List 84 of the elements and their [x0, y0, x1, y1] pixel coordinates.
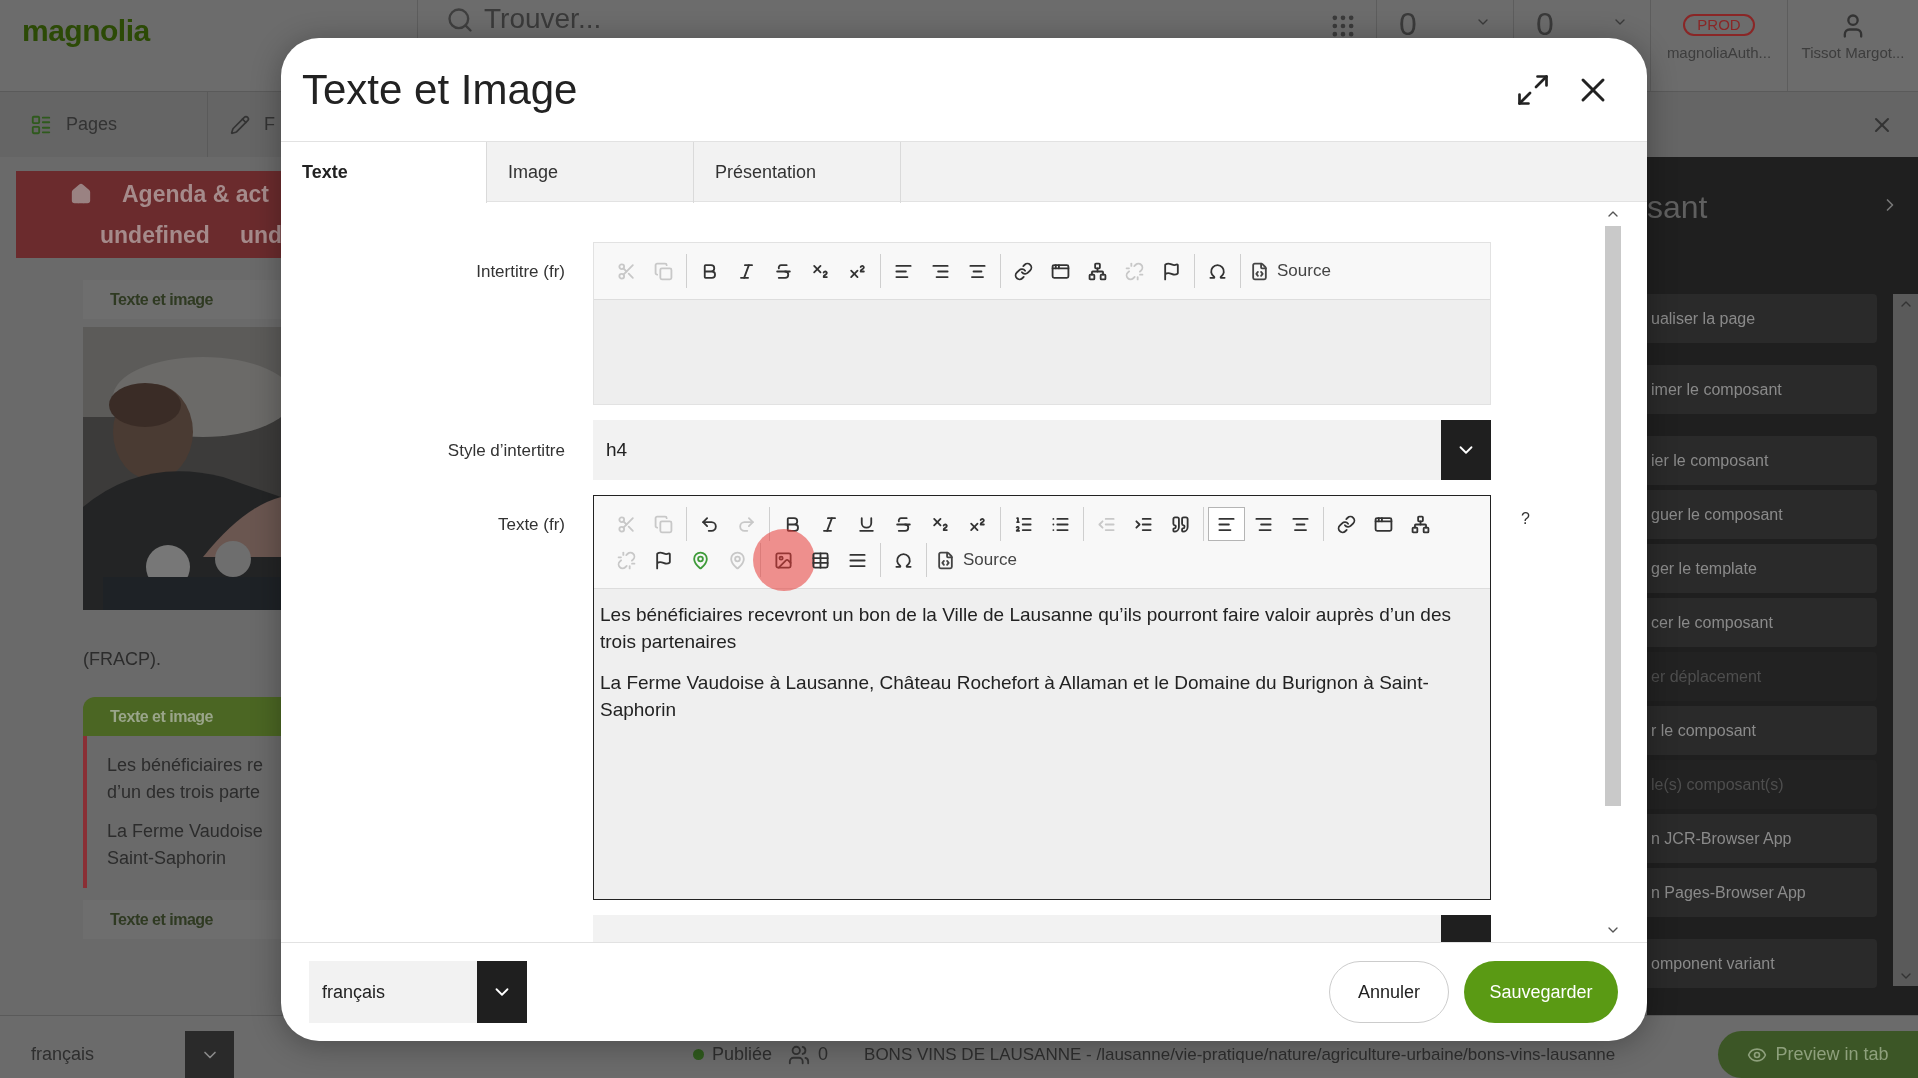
- panel-action[interactable]: guer le composant: [1647, 490, 1877, 539]
- panel-action[interactable]: ier le composant: [1647, 436, 1877, 485]
- omega-icon: [1208, 261, 1227, 281]
- field-label: Style d’intertitre: [447, 441, 565, 460]
- italic-icon: [737, 261, 756, 281]
- component-label[interactable]: Texte et image: [83, 900, 281, 939]
- page-path: BONS VINS DE LAUSANNE - /lausanne/vie-pratique/nature/agriculture-urbaine/bons-vins-lausanne: [864, 1043, 1616, 1066]
- field-label: Intertitre (fr): [476, 262, 565, 281]
- save-button[interactable]: Sauvegarder: [1464, 961, 1618, 1023]
- paragraph: Les bénéficiaires recevront un bon de la Ville de Lausanne qu’ils pourront faire valoir auprès d’un des trois partenaires: [600, 603, 1452, 654]
- panel-action[interactable]: r le composant: [1647, 706, 1877, 755]
- component-label[interactable]: Texte et image: [83, 280, 281, 319]
- pencil-icon: [230, 114, 250, 135]
- language-select[interactable]: français: [309, 961, 527, 1023]
- omega-icon: [894, 550, 913, 570]
- select-field[interactable]: h4: [593, 420, 1491, 480]
- navigation-link[interactable]: und: [239, 217, 281, 252]
- table-icon: [811, 550, 830, 570]
- paragraph: La Ferme Vaudoise à Lausanne, Château Rochefort à Allaman et le Domaine du Burignon à Saint-Saphorin: [600, 671, 1430, 722]
- unlink-icon: [617, 550, 636, 570]
- link-icon: [1337, 514, 1356, 534]
- code-file-icon: [1250, 261, 1269, 281]
- preview-button[interactable]: Preview in tab: [1718, 1031, 1918, 1078]
- window-icon: [1051, 261, 1070, 281]
- panel-action[interactable]: n Pages-Browser App: [1647, 868, 1877, 917]
- user-count: 0: [818, 1043, 829, 1066]
- component-label[interactable]: Texte et image: [83, 697, 281, 736]
- map-pin-icon: [691, 550, 710, 570]
- rich-text-editor[interactable]: Source: [593, 242, 1491, 405]
- undo-icon: [700, 514, 719, 534]
- environment-badge: PROD: [1683, 14, 1755, 36]
- panel-action[interactable]: cer le composant: [1647, 598, 1877, 647]
- search-icon: [446, 6, 474, 34]
- field-label: Texte (fr): [497, 515, 565, 534]
- text-line: Saint-Saphorin: [107, 847, 228, 870]
- strikethrough-icon: [774, 261, 793, 281]
- panel-action[interactable]: omponent variant: [1647, 939, 1877, 988]
- panel-action[interactable]: ualiser la page: [1647, 294, 1877, 343]
- status-text: Publiée: [712, 1043, 773, 1066]
- text-line: Les bénéficiaires re: [107, 754, 265, 777]
- window-icon: [1374, 514, 1393, 534]
- link-icon: [1014, 261, 1033, 281]
- text-line: d’un des trois parte: [107, 781, 262, 804]
- navigation-link[interactable]: undefined: [100, 217, 210, 252]
- panel-action[interactable]: n JCR-Browser App: [1647, 814, 1877, 863]
- source-button[interactable]: Source: [931, 543, 1022, 577]
- help-icon[interactable]: ?: [1521, 507, 1530, 527]
- image-icon: [774, 550, 793, 570]
- underline-icon: [857, 514, 876, 534]
- redo-icon: [737, 514, 756, 534]
- navigation-link[interactable]: Agenda & act: [122, 177, 269, 212]
- scissors-icon: [617, 261, 636, 281]
- source-button[interactable]: Source: [1245, 254, 1336, 288]
- align-left-button[interactable]: [1208, 507, 1245, 541]
- dialog-tab[interactable]: Image: [487, 142, 694, 203]
- copy-icon: [654, 261, 673, 281]
- users-icon: [788, 1043, 811, 1066]
- panel-action[interactable]: ger le template: [1647, 544, 1877, 593]
- scissors-icon: [617, 514, 636, 534]
- dialog-tab[interactable]: Texte: [281, 142, 487, 203]
- copy-icon: [654, 514, 673, 534]
- numbered-list-icon: [1014, 514, 1033, 534]
- scrollbar-thumb[interactable]: [1604, 226, 1621, 806]
- panel-action[interactable]: imer le composant: [1647, 365, 1877, 414]
- home-icon[interactable]: [70, 183, 92, 206]
- quote-icon: [1171, 514, 1190, 534]
- strikethrough-icon: [894, 514, 913, 534]
- code-file-icon: [936, 550, 955, 570]
- pages-icon: [30, 113, 52, 136]
- network-icon: [1411, 514, 1430, 534]
- dialog-tab[interactable]: Présentation: [694, 142, 901, 203]
- rich-text-editor[interactable]: [593, 495, 1491, 900]
- italic-icon: [820, 514, 839, 534]
- network-icon: [1088, 261, 1107, 281]
- map-pin-icon: [728, 550, 747, 570]
- cancel-button[interactable]: Annuler: [1329, 961, 1449, 1023]
- text-line: La Ferme Vaudoise: [107, 820, 264, 843]
- panel-title: sant: [1647, 188, 1708, 227]
- unlink-icon: [1125, 261, 1144, 281]
- dialog-title: Texte et Image: [302, 65, 578, 115]
- flag-icon: [1162, 261, 1181, 281]
- paragraph: (FRACP).: [83, 648, 162, 671]
- flag-icon: [654, 550, 673, 570]
- language-select[interactable]: français: [0, 1041, 185, 1068]
